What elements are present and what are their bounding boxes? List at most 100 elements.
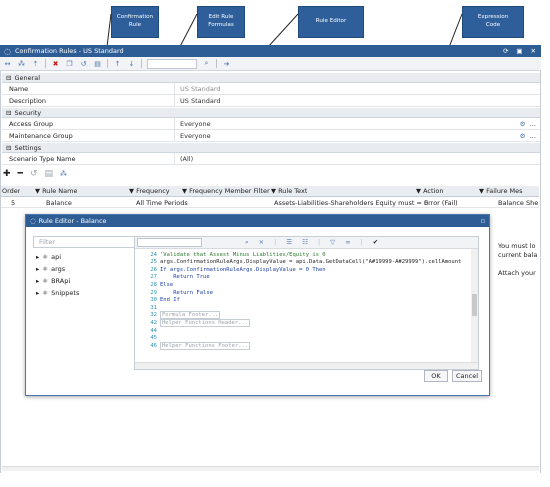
section-security[interactable]: ⊟ Security bbox=[2, 108, 540, 118]
clear-icon[interactable]: × bbox=[259, 238, 264, 247]
window-title: Confirmation Rules - US Standard bbox=[14, 47, 124, 55]
expand-arrow-icon: ▸ bbox=[36, 277, 40, 285]
toolbar-search-input[interactable] bbox=[147, 58, 197, 69]
column-failure-message[interactable]: ▼ Failure Mes bbox=[479, 187, 539, 195]
toolbar-separator: | bbox=[360, 238, 363, 246]
maximize-icon[interactable]: ▫ bbox=[481, 217, 489, 225]
line-number: 27 bbox=[150, 274, 157, 281]
code-text: args.ConfirmationRuleArgs.DisplayValue =… bbox=[160, 259, 462, 266]
toolbar-separator bbox=[141, 59, 142, 68]
ellipsis-button[interactable]: … bbox=[530, 120, 537, 128]
column-frequency[interactable]: ▼ Frequency bbox=[129, 187, 170, 195]
row-scenario-type: Scenario Type Name (All) bbox=[2, 153, 540, 165]
section-settings[interactable]: ⊟ Settings bbox=[2, 143, 540, 153]
rules-grid-header: Order ▼ Rule Name ▼ Frequency ▼ Frequenc… bbox=[1, 186, 539, 197]
toolbar-separator bbox=[45, 59, 46, 68]
expand-icon[interactable]: ↔ bbox=[3, 59, 12, 68]
object-icon: ⚛ bbox=[42, 289, 49, 297]
code-text: End If bbox=[160, 297, 180, 304]
undo-icon[interactable]: ↺ bbox=[79, 59, 88, 68]
tree-item-api[interactable]: ▸ ⚛ api bbox=[36, 253, 61, 261]
column-frequency-member-filter[interactable]: ▼ Frequency Member Filter bbox=[182, 187, 270, 195]
rule-editor-dialog: ◌ Rule Editor - Balance ▫ Filter ▸ ⚛ api ▸… bbox=[25, 214, 490, 396]
ellipsis-button[interactable]: … bbox=[530, 132, 537, 140]
table-row[interactable]: 5 Balance All Time Periods Assets-Liabil… bbox=[1, 197, 539, 208]
settings-icon[interactable]: ⚙ bbox=[520, 132, 526, 140]
horizontal-scrollbar[interactable] bbox=[135, 362, 478, 369]
failure-message-text: Attach your bbox=[498, 269, 536, 277]
code-line: 28 Else bbox=[135, 281, 173, 288]
toolbar-separator: | bbox=[274, 238, 277, 246]
line-number: 26 bbox=[150, 266, 157, 273]
outdent-icon[interactable]: ☷ bbox=[302, 238, 308, 247]
undo-icon[interactable]: ↺ bbox=[30, 169, 38, 179]
tree-item-brapi[interactable]: ▸ ⚛ BRApi bbox=[36, 277, 70, 285]
close-icon[interactable]: ✕ bbox=[531, 47, 536, 55]
filter-icon[interactable]: ⇡ bbox=[31, 59, 40, 68]
tree-item-snippets[interactable]: ▸ ⚛ Snippets bbox=[36, 289, 79, 297]
ok-button[interactable]: OK bbox=[424, 370, 448, 382]
move-down-icon[interactable]: ↓ bbox=[127, 59, 136, 68]
code-text: Return False bbox=[160, 289, 213, 296]
cancel-button[interactable]: Cancel bbox=[452, 370, 482, 382]
line-number: 46 bbox=[150, 342, 157, 349]
code-line: 24 'Validate that Assest Minus Liablities… bbox=[135, 251, 325, 258]
collapse-icon: ⊟ bbox=[6, 143, 12, 152]
dialog-app-icon: ◌ bbox=[30, 217, 36, 225]
tree-item-args[interactable]: ▸ ⚛ args bbox=[36, 265, 65, 273]
save-icon[interactable]: ▤ bbox=[93, 59, 102, 68]
column-action[interactable]: ▼ Action bbox=[416, 187, 443, 195]
line-number: 25 bbox=[150, 259, 157, 266]
row-description: Description US Standard bbox=[2, 95, 540, 107]
check-icon[interactable]: ✔ bbox=[373, 238, 378, 247]
delete-icon[interactable]: ✖ bbox=[51, 59, 60, 68]
code-line: 29 Return False bbox=[135, 289, 213, 296]
settings-icon[interactable]: ⚙ bbox=[520, 120, 526, 128]
code-line: 25 args.ConfirmationRuleArgs.DisplayValue… bbox=[135, 259, 461, 266]
line-number: 31 bbox=[150, 304, 157, 311]
refresh-icon[interactable]: ⟳ bbox=[503, 47, 508, 55]
toolbar-separator bbox=[216, 59, 217, 68]
find-icon[interactable]: ⌕ bbox=[245, 238, 249, 247]
remove-icon[interactable]: ━ bbox=[18, 169, 23, 179]
column-rule-name[interactable]: ▼ Rule Name bbox=[35, 187, 77, 195]
move-up-icon[interactable]: ↑ bbox=[113, 59, 122, 68]
code-line: 30 End If bbox=[135, 297, 180, 304]
indent-icon[interactable]: ☰ bbox=[286, 238, 292, 247]
editor-search-input[interactable] bbox=[137, 238, 202, 247]
toolbar-separator bbox=[107, 59, 108, 68]
navigate-icon[interactable]: ➔ bbox=[222, 59, 231, 68]
code-line: 45 bbox=[135, 335, 160, 342]
code-text: Return True bbox=[160, 274, 210, 281]
line-number: 45 bbox=[150, 335, 157, 342]
line-number: 44 bbox=[150, 327, 157, 334]
object-icon: ⚛ bbox=[42, 253, 49, 261]
column-rule-text[interactable]: ▼ Rule Text bbox=[271, 187, 307, 195]
edit-formula-icon[interactable]: ⁂ bbox=[60, 170, 67, 178]
code-line: 42 Helper Functions Header... bbox=[135, 318, 251, 327]
section-general[interactable]: ⊟ General bbox=[2, 73, 540, 83]
row-access-group: Access Group Everyone ⚙… bbox=[2, 118, 540, 130]
filter-icon[interactable]: ▽ bbox=[330, 238, 335, 247]
column-order[interactable]: Order bbox=[2, 187, 20, 195]
restore-icon[interactable]: ▣ bbox=[516, 47, 522, 55]
search-icon[interactable]: ⌕ bbox=[202, 59, 211, 68]
line-number: 24 bbox=[150, 251, 157, 258]
object-icon: ⚛ bbox=[42, 277, 49, 285]
dialog-titlebar: ◌ Rule Editor - Balance ▫ bbox=[26, 215, 489, 227]
copy-icon[interactable]: ❐ bbox=[65, 59, 74, 68]
link-icon[interactable]: ∞ bbox=[345, 238, 350, 247]
code-line: 31 bbox=[135, 304, 160, 311]
failure-message-text: current bala bbox=[498, 251, 538, 259]
save-icon[interactable]: ▤ bbox=[45, 169, 54, 179]
tree-icon[interactable]: ⁂ bbox=[17, 59, 26, 68]
main-toolbar: ↔ ⁂ ⇡ ✖ ❐ ↺ ▤ ↑ ↓ ⌕ ➔ bbox=[0, 57, 541, 71]
main-horizontal-scrollbar[interactable] bbox=[2, 466, 539, 471]
line-number: 32 bbox=[150, 312, 157, 319]
code-editor[interactable]: ⌕ × | ☰ ☷ | ▽ ∞ | ✔ 24 'Validate that Ass… bbox=[134, 236, 479, 370]
vertical-scrollbar[interactable] bbox=[471, 249, 478, 362]
failure-message-text: You must lo bbox=[498, 242, 536, 250]
editor-toolbar: ⌕ × | ☰ ☷ | ▽ ∞ | ✔ bbox=[135, 237, 478, 249]
row-maintenance-group: Maintenance Group Everyone ⚙… bbox=[2, 130, 540, 142]
add-icon[interactable]: ✚ bbox=[3, 169, 11, 179]
